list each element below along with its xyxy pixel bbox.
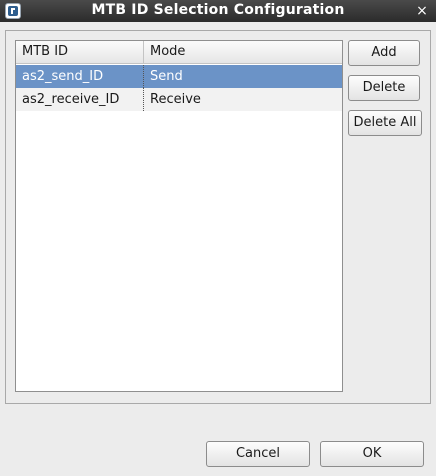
close-icon[interactable]: × <box>414 2 430 20</box>
cell-mode[interactable]: Send <box>144 65 342 88</box>
dialog-button-group: Cancel OK <box>206 441 424 467</box>
column-header-mode[interactable]: Mode <box>144 41 342 63</box>
table-header: MTB ID Mode <box>16 41 342 64</box>
content-panel: MTB ID Mode as2_send_ID Send as2_receive… <box>5 30 431 404</box>
dialog-window: MTB ID Selection Configuration × MTB ID … <box>0 0 436 476</box>
table-row[interactable]: as2_receive_ID Receive <box>16 88 342 111</box>
cell-mode[interactable]: Receive <box>144 88 342 111</box>
delete-all-button[interactable]: Delete All <box>348 110 422 136</box>
window-title: MTB ID Selection Configuration <box>91 2 345 18</box>
ok-button[interactable]: OK <box>320 441 424 467</box>
cancel-button[interactable]: Cancel <box>206 441 310 467</box>
title-bar[interactable]: MTB ID Selection Configuration × <box>0 0 436 22</box>
add-button[interactable]: Add <box>348 40 420 66</box>
mtb-id-table[interactable]: MTB ID Mode as2_send_ID Send as2_receive… <box>15 40 343 392</box>
table-row[interactable]: as2_send_ID Send <box>16 65 342 88</box>
cell-mtb-id[interactable]: as2_receive_ID <box>16 88 144 111</box>
side-button-group: Add Delete Delete All <box>348 40 424 145</box>
delete-button[interactable]: Delete <box>348 75 420 101</box>
table-body: as2_send_ID Send as2_receive_ID Receive <box>16 65 342 111</box>
cell-mtb-id[interactable]: as2_send_ID <box>16 65 144 88</box>
column-header-mtb-id[interactable]: MTB ID <box>16 41 144 63</box>
